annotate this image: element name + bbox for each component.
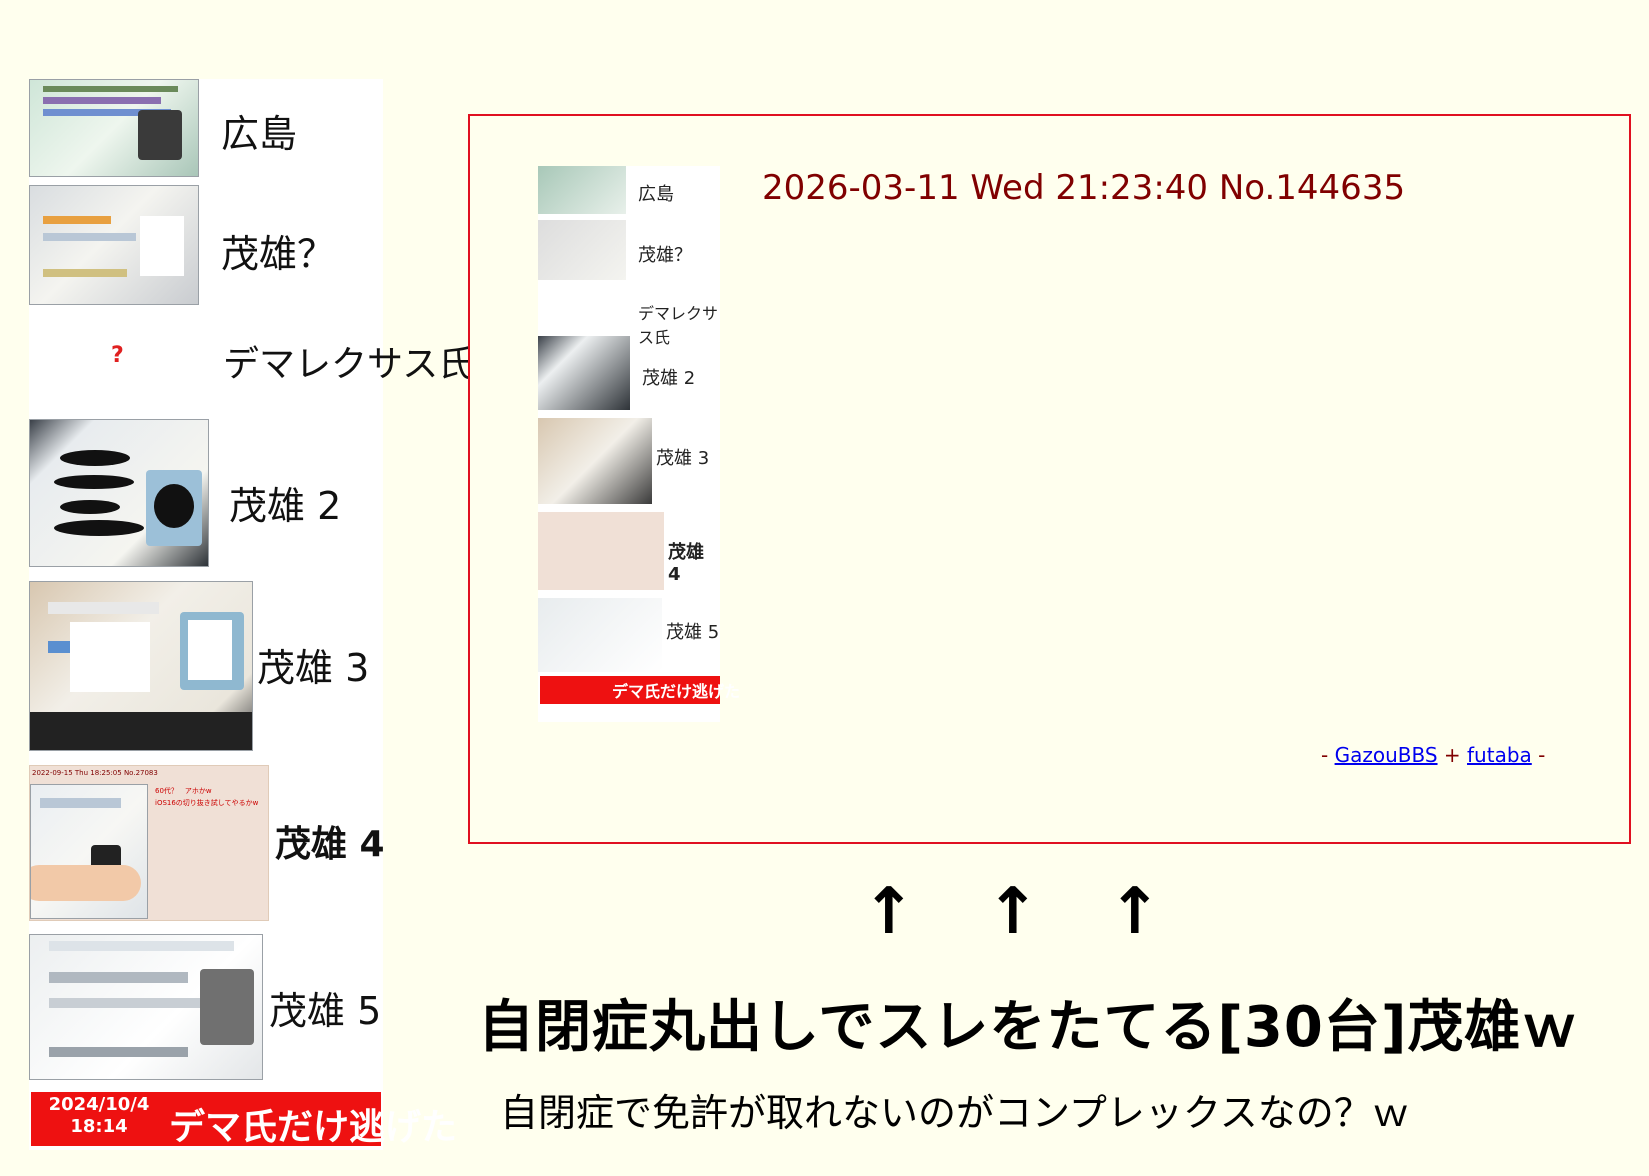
license-card-image bbox=[29, 79, 199, 177]
footer-prefix: - bbox=[1321, 743, 1335, 767]
collage-row-shigeo-2: 茂雄 2 bbox=[29, 419, 383, 567]
footer-suffix: - bbox=[1531, 743, 1546, 767]
collage-row-hiroshima: 広島 bbox=[29, 79, 383, 177]
collage-image: 広島 茂雄？ ? デマレクサス氏 茂雄 2 茂雄 3 2022-09-15 Th… bbox=[29, 79, 474, 1150]
collage-label: デマレクサス氏 bbox=[223, 344, 475, 385]
up-arrow-icon: ↑ bbox=[862, 875, 916, 949]
banner-text: デマ氏だけ逃げた bbox=[169, 1107, 458, 1148]
up-arrow-icon: ↑ bbox=[986, 875, 1040, 949]
thumb-label: 茂雄 5 bbox=[666, 622, 720, 643]
up-arrow-icon: ↑ bbox=[1108, 875, 1162, 949]
thumb-label: 広島 bbox=[638, 184, 674, 205]
collage-row-shigeo-q: 茂雄？ bbox=[29, 185, 383, 305]
thumb-label: デマレクサス氏 bbox=[638, 304, 719, 347]
thumb-label: 茂雄？ bbox=[638, 245, 692, 266]
gazoubbs-link[interactable]: GazouBBS bbox=[1335, 743, 1438, 767]
collage-row-shigeo-3: 茂雄 3 bbox=[29, 581, 383, 751]
collage-label: 茂雄 3 bbox=[257, 646, 370, 690]
footer-separator: + bbox=[1437, 743, 1468, 767]
sub-post-line: 60代？ アホかw bbox=[155, 787, 212, 795]
forum-post-panel: 広島 茂雄？ デマレクサス氏 茂雄 2 茂雄 3 茂雄 4 茂雄 5 デマ氏だけ… bbox=[468, 114, 1631, 844]
thumb-label: 茂雄 4 bbox=[668, 542, 704, 585]
post-attachment-thumbnail[interactable]: 広島 茂雄？ デマレクサス氏 茂雄 2 茂雄 3 茂雄 4 茂雄 5 デマ氏だけ… bbox=[538, 166, 740, 722]
collage-label: 茂雄？ bbox=[221, 232, 336, 276]
license-card-image bbox=[29, 581, 253, 751]
thumb-label: 茂雄 3 bbox=[656, 448, 710, 469]
license-card-image bbox=[29, 419, 209, 567]
post-header: 2026-03-11 Wed 21:23:40 No.144635 bbox=[762, 168, 1406, 208]
thumb-label: 茂雄 2 bbox=[642, 368, 696, 389]
sub-post-header: 2022-09-15 Thu 18:25:05 No.27083 bbox=[32, 769, 158, 777]
banner-date: 2024/10/4 bbox=[48, 1094, 150, 1115]
up-arrows: ↑ ↑ ↑ bbox=[0, 880, 1649, 960]
board-footer: - GazouBBS + futaba - bbox=[1321, 743, 1545, 767]
headline-text: 自閉症丸出しでスレをたてる[30台]茂雄ｗ bbox=[478, 995, 1579, 1060]
subline-text: 自閉症で免許が取れないのがコンプレックスなの？ｗ bbox=[500, 1091, 1410, 1135]
thumb-banner-text: デマ氏だけ逃げた bbox=[612, 682, 741, 701]
license-card-image bbox=[29, 185, 199, 305]
collage-label: 茂雄 4 bbox=[275, 824, 385, 865]
futaba-link[interactable]: futaba bbox=[1467, 743, 1532, 767]
red-banner: 2024/10/4 18:14 デマ氏だけ逃げた bbox=[31, 1092, 457, 1148]
sub-post-line: iOS16の切り抜き試してやるかw bbox=[155, 799, 259, 807]
banner-time: 18:14 bbox=[70, 1116, 128, 1137]
collage-label: 茂雄 2 bbox=[229, 484, 342, 528]
collage-label: 広島 bbox=[221, 112, 298, 156]
collage-row-demalexus: ? デマレクサス氏 bbox=[29, 311, 474, 407]
collage-label: 茂雄 5 bbox=[269, 989, 382, 1033]
broken-image-icon: ? bbox=[111, 343, 124, 368]
